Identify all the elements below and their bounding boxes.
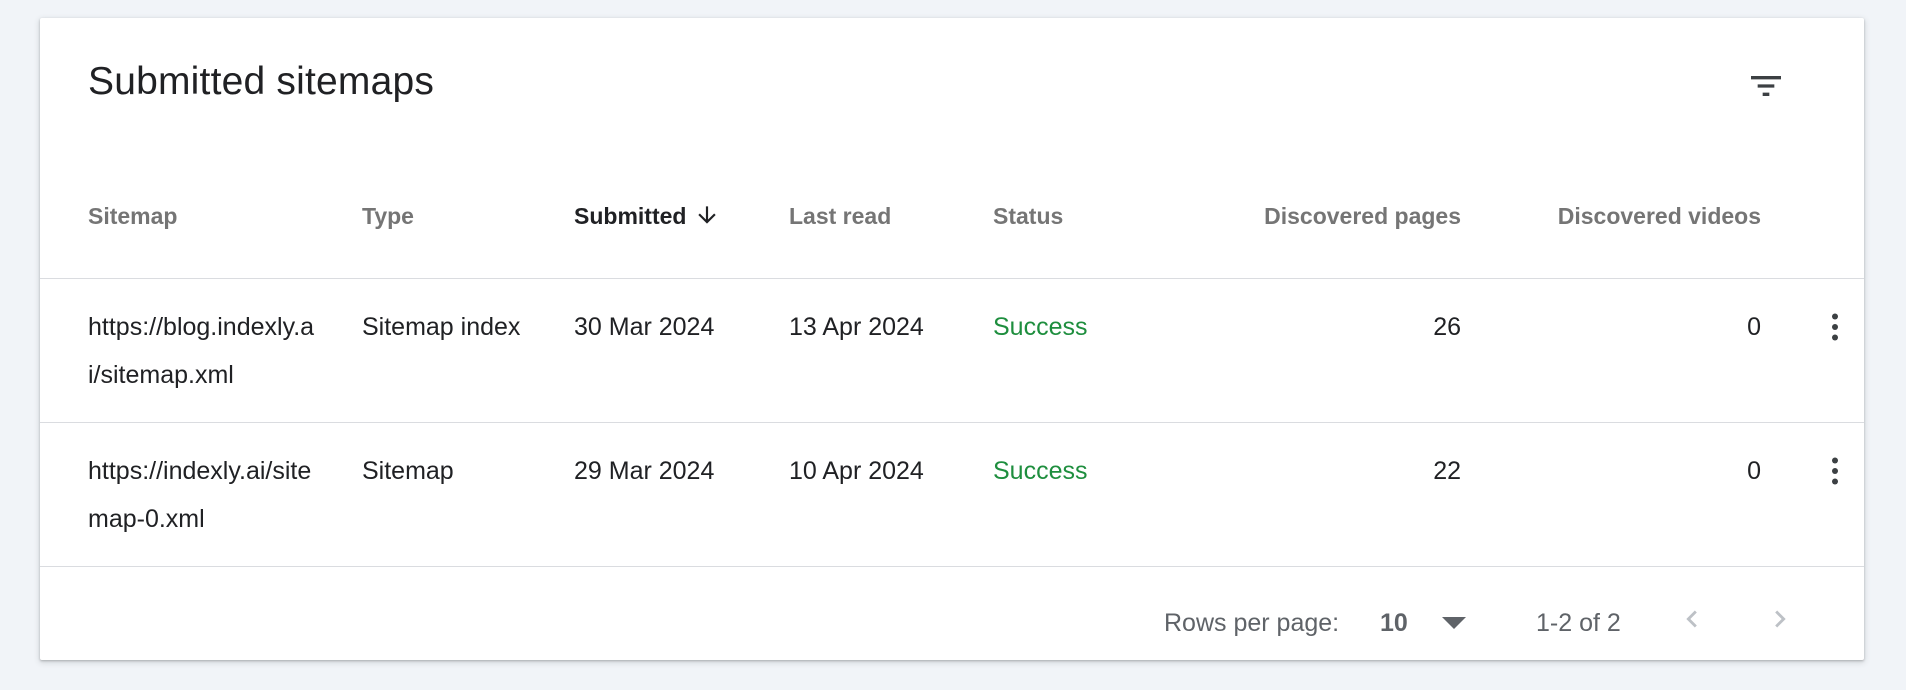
- sitemap-url[interactable]: https://indexly.ai/sitemap-0.xml: [40, 422, 362, 566]
- next-page-button[interactable]: [1756, 595, 1804, 643]
- table-pagination-footer: Rows per page: 10 1-2 of 2: [40, 566, 1864, 660]
- discovered-pages-count: 26: [1433, 312, 1461, 341]
- rows-per-page-select[interactable]: 10: [1380, 601, 1476, 645]
- page-range-text: 1-2 of 2: [1536, 609, 1621, 637]
- sitemaps-table: Sitemap Type Submitted Last read Status …: [40, 162, 1864, 566]
- rows-per-page-value: 10: [1380, 608, 1408, 637]
- filter-button[interactable]: [1738, 58, 1794, 114]
- sitemap-url[interactable]: https://blog.indexly.ai/sitemap.xml: [40, 278, 362, 422]
- arrow-downward-icon: [698, 206, 717, 224]
- submitted-date: 29 Mar 2024: [574, 456, 715, 485]
- discovered-videos-count: 0: [1747, 456, 1761, 485]
- discovered-videos-count: 0: [1747, 312, 1761, 341]
- table-row[interactable]: https://indexly.ai/sitemap-0.xml Sitemap…: [40, 422, 1864, 566]
- column-header-actions: [1761, 162, 1864, 278]
- column-header-status[interactable]: Status: [993, 162, 1193, 278]
- column-header-sitemap[interactable]: Sitemap: [40, 162, 362, 278]
- last-read-date: 10 Apr 2024: [789, 456, 924, 485]
- chevron-right-icon: [1775, 610, 1786, 628]
- last-read-date: 13 Apr 2024: [789, 312, 924, 341]
- more-vert-icon: [1832, 457, 1838, 484]
- column-header-type[interactable]: Type: [362, 162, 574, 278]
- row-more-options-button[interactable]: [1811, 447, 1859, 495]
- rows-per-page-label: Rows per page:: [1164, 609, 1340, 637]
- table-row[interactable]: https://blog.indexly.ai/sitemap.xml Site…: [40, 278, 1864, 422]
- discovered-pages-count: 22: [1433, 456, 1461, 485]
- previous-page-button[interactable]: [1668, 595, 1716, 643]
- row-more-options-button[interactable]: [1811, 303, 1859, 351]
- column-header-discovered-pages[interactable]: Discovered pages: [1193, 162, 1461, 278]
- column-header-discovered-videos[interactable]: Discovered videos: [1461, 162, 1761, 278]
- sitemap-type: Sitemap index: [362, 312, 521, 341]
- column-header-submitted[interactable]: Submitted: [574, 162, 789, 278]
- filter-list-icon: [1751, 76, 1781, 96]
- card-title: Submitted sitemaps: [88, 60, 435, 103]
- submitted-date: 30 Mar 2024: [574, 312, 715, 341]
- dropdown-caret-icon: [1442, 617, 1466, 629]
- column-header-last-read[interactable]: Last read: [789, 162, 993, 278]
- table-header-row: Sitemap Type Submitted Last read Status …: [40, 162, 1864, 278]
- status-badge: Success: [993, 312, 1088, 341]
- status-badge: Success: [993, 456, 1088, 485]
- submitted-sitemaps-card: Submitted sitemaps Sitemap Type Submitte…: [40, 18, 1864, 660]
- more-vert-icon: [1832, 313, 1838, 340]
- chevron-left-icon: [1686, 610, 1697, 628]
- column-header-submitted-label: Submitted: [574, 202, 687, 229]
- sitemap-type: Sitemap: [362, 456, 454, 485]
